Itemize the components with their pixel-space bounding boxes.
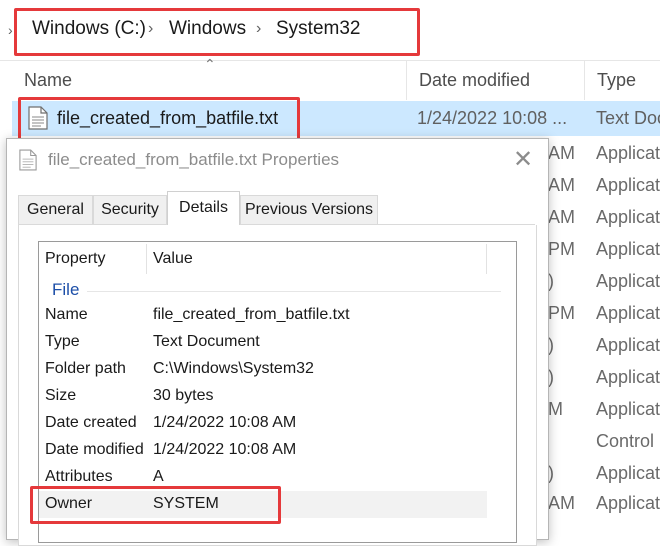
tab-details[interactable]: Details <box>167 191 240 225</box>
property-value: file_created_from_batfile.txt <box>153 306 350 323</box>
property-name: Attributes <box>45 468 113 485</box>
row-time: AM <box>548 207 575 227</box>
details-list-header: Property Value <box>39 242 516 276</box>
dialog-title: file_created_from_batfile.txt Properties <box>48 150 340 169</box>
row-time: PM <box>548 239 575 259</box>
breadcrumb-item-drive[interactable]: Windows (C:) <box>32 18 146 40</box>
table-row[interactable]: Attributes A <box>39 464 516 491</box>
row-type: Applicat <box>596 207 660 227</box>
property-value: 1/24/2022 10:08 AM <box>153 441 297 458</box>
breadcrumb-item-windows[interactable]: Windows <box>169 18 246 40</box>
property-name: Folder path <box>45 360 126 377</box>
property-name: Date modified <box>45 441 144 458</box>
tab-general[interactable]: General <box>18 195 93 224</box>
table-row[interactable]: Name file_created_from_batfile.txt <box>39 302 516 329</box>
row-time: AM <box>548 175 575 195</box>
selected-file-name[interactable]: file_created_from_batfile.txt <box>57 108 278 129</box>
property-value: C:\Windows\System32 <box>153 360 314 377</box>
chevron-right-icon[interactable]: › <box>148 20 153 38</box>
row-time: PM <box>548 303 575 323</box>
property-value: A <box>153 468 164 485</box>
table-row[interactable]: Type Text Document <box>39 329 516 356</box>
column-header-type[interactable]: Type <box>585 60 660 100</box>
column-header-value[interactable]: Value <box>153 250 193 268</box>
row-type: Control <box>596 431 655 451</box>
property-value: Text Document <box>153 333 260 350</box>
text-file-icon <box>28 106 48 130</box>
column-divider[interactable] <box>486 244 487 274</box>
text-file-icon <box>19 149 37 171</box>
property-name: Date created <box>45 414 137 431</box>
group-header-file: File <box>52 280 80 299</box>
table-row[interactable]: Date created 1/24/2022 10:08 AM <box>39 410 516 437</box>
table-row[interactable]: Size 30 bytes <box>39 383 516 410</box>
row-type: Applicat <box>596 463 660 483</box>
property-value: SYSTEM <box>153 495 219 512</box>
column-divider[interactable] <box>146 244 147 274</box>
table-row[interactable]: Folder path C:\Windows\System32 <box>39 356 516 383</box>
column-header-date-modified[interactable]: Date modified <box>407 60 585 100</box>
breadcrumb-item-system32[interactable]: System32 <box>276 18 360 40</box>
selected-file-type: Text Doc <box>596 108 660 128</box>
column-header-property[interactable]: Property <box>45 250 105 268</box>
chevron-up-icon: ⌃ <box>204 56 216 72</box>
details-list[interactable]: Property Value File Name file_created_fr… <box>38 241 517 543</box>
property-value: 30 bytes <box>153 387 214 404</box>
chevron-right-icon[interactable]: › <box>8 22 13 38</box>
tab-security[interactable]: Security <box>93 195 167 224</box>
row-type: Applicat <box>596 399 660 419</box>
row-type: Applicat <box>596 493 660 513</box>
row-time: M <box>548 399 563 419</box>
property-name: Owner <box>45 495 93 512</box>
property-name: Name <box>45 306 88 323</box>
row-type: Applicat <box>596 175 660 195</box>
row-type: Applicat <box>596 271 660 291</box>
breadcrumb: › Windows (C:) › Windows › System32 <box>0 0 660 61</box>
property-name: Type <box>45 333 80 350</box>
row-type: Applicat <box>596 239 660 259</box>
row-time: AM <box>548 143 575 163</box>
close-icon[interactable]: ✕ <box>508 145 538 175</box>
row-type: Applicat <box>596 367 660 387</box>
row-type: Applicat <box>596 143 660 163</box>
property-value: 1/24/2022 10:08 AM <box>153 414 297 431</box>
tab-previous-versions[interactable]: Previous Versions <box>240 195 378 224</box>
selected-file-date: 1/24/2022 10:08 ... <box>417 108 568 128</box>
table-row-owner[interactable]: Owner SYSTEM <box>39 491 487 518</box>
chevron-right-icon[interactable]: › <box>256 20 261 38</box>
group-divider <box>87 291 501 292</box>
row-type: Applicat <box>596 335 660 355</box>
row-time: AM <box>548 493 575 513</box>
table-row[interactable]: Date modified 1/24/2022 10:08 AM <box>39 437 516 464</box>
row-type: Applicat <box>596 303 660 323</box>
property-name: Size <box>45 387 77 404</box>
properties-dialog: file_created_from_batfile.txt Properties… <box>6 138 549 546</box>
